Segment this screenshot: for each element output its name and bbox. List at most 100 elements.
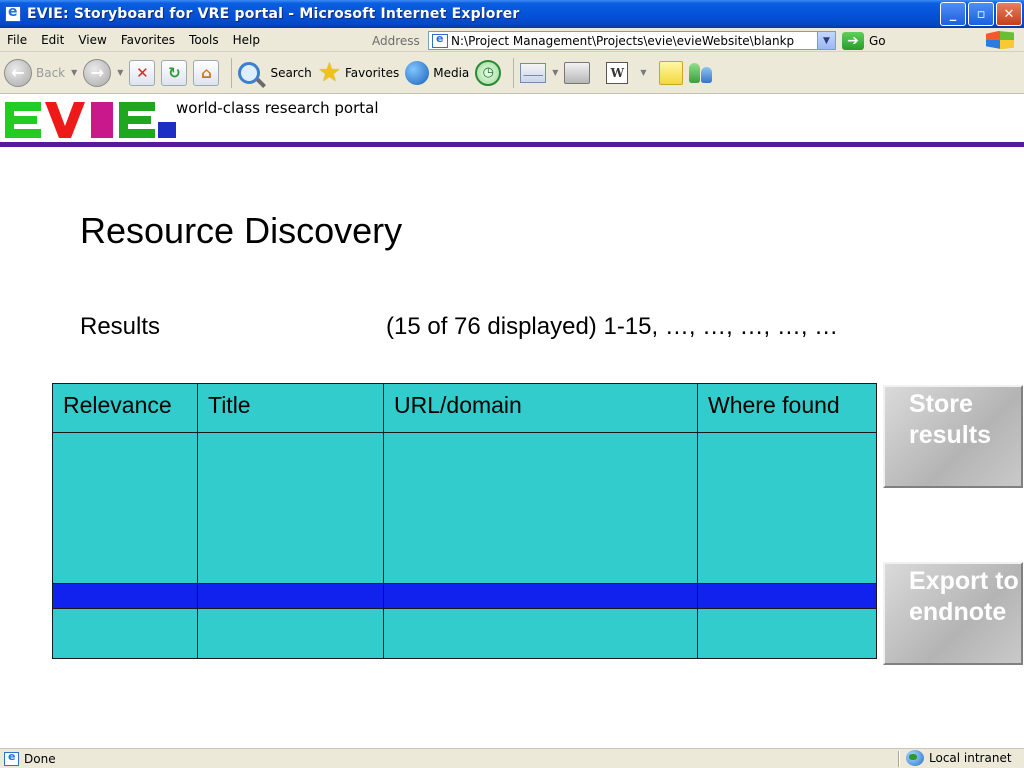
edit-dropdown-icon[interactable]: ▼: [640, 68, 646, 77]
menu-help[interactable]: Help: [226, 33, 267, 47]
ie-app-icon: [5, 4, 21, 22]
status-text: Done: [24, 751, 56, 766]
media-button[interactable]: Media: [405, 55, 469, 91]
toolbar-separator: [513, 57, 515, 88]
windows-logo-icon: [986, 31, 1014, 49]
tagline: world-class research portal: [176, 99, 379, 117]
media-icon: [405, 60, 430, 85]
table-cell: [197, 582, 384, 609]
page-icon: [432, 32, 448, 48]
print-button[interactable]: [564, 55, 591, 91]
menu-bar: File Edit View Favorites Tools Help Addr…: [0, 28, 1024, 52]
logo-dot: [158, 122, 176, 138]
address-input[interactable]: [451, 33, 817, 48]
go-label: Go: [869, 34, 886, 48]
messenger-icon: [688, 62, 712, 83]
favorites-star-icon: ★: [317, 57, 341, 88]
menu-file[interactable]: File: [0, 33, 34, 47]
print-icon: [564, 61, 591, 84]
logo-e-bar: [5, 129, 41, 138]
table-cell: [697, 607, 877, 660]
table-cell: [383, 607, 698, 660]
table-cell: [197, 432, 384, 584]
address-bar[interactable]: ▼: [428, 31, 836, 50]
table-cell: [52, 432, 198, 584]
logo-e2-bar: [119, 129, 155, 138]
go-arrow-icon: ➔: [842, 32, 864, 50]
go-button[interactable]: ➔ Go: [842, 32, 886, 50]
media-label: Media: [433, 65, 470, 80]
mail-dropdown-icon[interactable]: ▼: [552, 68, 558, 77]
logo-letter-e2: [119, 102, 155, 138]
stop-icon: ✕: [129, 59, 156, 86]
toolbar: ← Back ▼ → ▼ ✕ ↻ ⌂ Search ★ Favorites Me…: [0, 52, 1024, 94]
menu-tools[interactable]: Tools: [182, 33, 226, 47]
window-title: EVIE: Storyboard for VRE portal - Micros…: [27, 6, 520, 22]
home-icon: ⌂: [193, 59, 220, 86]
search-icon: [238, 61, 261, 84]
forward-button[interactable]: → ▼: [83, 55, 123, 91]
table-cell: [697, 432, 877, 584]
window-controls: _ ▫ ✕: [940, 2, 1022, 26]
forward-dropdown-icon[interactable]: ▼: [117, 68, 123, 77]
table-row[interactable]: [52, 432, 877, 584]
stop-button[interactable]: ✕: [129, 55, 156, 91]
mail-icon: [520, 62, 547, 83]
table-cell: [197, 607, 384, 660]
intranet-globe-icon: [906, 750, 924, 766]
logo-e2-bar: [119, 116, 151, 124]
results-table: Relevance Title URL/domain Where found: [52, 383, 877, 660]
store-results-button[interactable]: Store results: [883, 385, 1023, 488]
minimize-button[interactable]: _: [940, 2, 966, 26]
table-cell: [52, 582, 198, 609]
column-header-where-found[interactable]: Where found: [697, 383, 877, 433]
favorites-label: Favorites: [345, 65, 400, 80]
history-icon: ◷: [475, 59, 502, 86]
status-bar: Done Local intranet: [0, 748, 1024, 768]
discuss-note-icon: [658, 60, 683, 85]
table-row-selected[interactable]: [52, 582, 877, 609]
back-button[interactable]: ← Back ▼: [4, 55, 77, 91]
search-label: Search: [270, 65, 312, 80]
address-dropdown-icon[interactable]: ▼: [817, 32, 835, 49]
table-cell: [52, 607, 198, 660]
restore-button[interactable]: ▫: [968, 2, 994, 26]
table-header-row: Relevance Title URL/domain Where found: [52, 383, 877, 433]
history-button[interactable]: ◷: [475, 55, 502, 91]
close-button[interactable]: ✕: [996, 2, 1022, 26]
refresh-button[interactable]: ↻: [161, 55, 188, 91]
page-status-icon: [4, 750, 19, 766]
export-endnote-button[interactable]: Export to endnote: [883, 562, 1023, 665]
address-label: Address: [372, 34, 420, 48]
favorites-button[interactable]: ★ Favorites: [318, 55, 400, 91]
table-row[interactable]: [52, 607, 877, 660]
column-header-url[interactable]: URL/domain: [383, 383, 698, 433]
home-button[interactable]: ⌂: [193, 55, 220, 91]
security-zone[interactable]: Local intranet: [906, 750, 1012, 766]
window-title-bar[interactable]: EVIE: Storyboard for VRE portal - Micros…: [0, 0, 1024, 28]
column-header-relevance[interactable]: Relevance: [52, 383, 198, 433]
toolbar-separator: [231, 57, 233, 88]
column-header-title[interactable]: Title: [197, 383, 384, 433]
page-title: Resource Discovery: [80, 210, 403, 251]
page-header: world-class research portal: [0, 94, 1024, 150]
menu-edit[interactable]: Edit: [34, 33, 71, 47]
evie-logo[interactable]: [5, 98, 176, 138]
table-cell: [383, 582, 698, 609]
back-dropdown-icon[interactable]: ▼: [71, 68, 77, 77]
discuss-button[interactable]: [658, 55, 683, 91]
logo-letter-v: [45, 102, 85, 138]
results-pagination[interactable]: (15 of 76 displayed) 1-15, …, …, …, …, …: [386, 313, 838, 341]
menu-favorites[interactable]: Favorites: [114, 33, 182, 47]
menu-view[interactable]: View: [71, 33, 113, 47]
table-cell: [697, 582, 877, 609]
zone-label: Local intranet: [929, 751, 1012, 765]
header-rule: [0, 142, 1024, 147]
edit-button[interactable]: W ▼: [606, 55, 647, 91]
search-button[interactable]: Search: [238, 55, 312, 91]
mail-button[interactable]: ▼: [520, 55, 558, 91]
forward-arrow-icon: →: [83, 58, 112, 87]
back-label: Back: [36, 65, 66, 80]
status-divider: [898, 751, 900, 767]
messenger-button[interactable]: [688, 55, 712, 91]
